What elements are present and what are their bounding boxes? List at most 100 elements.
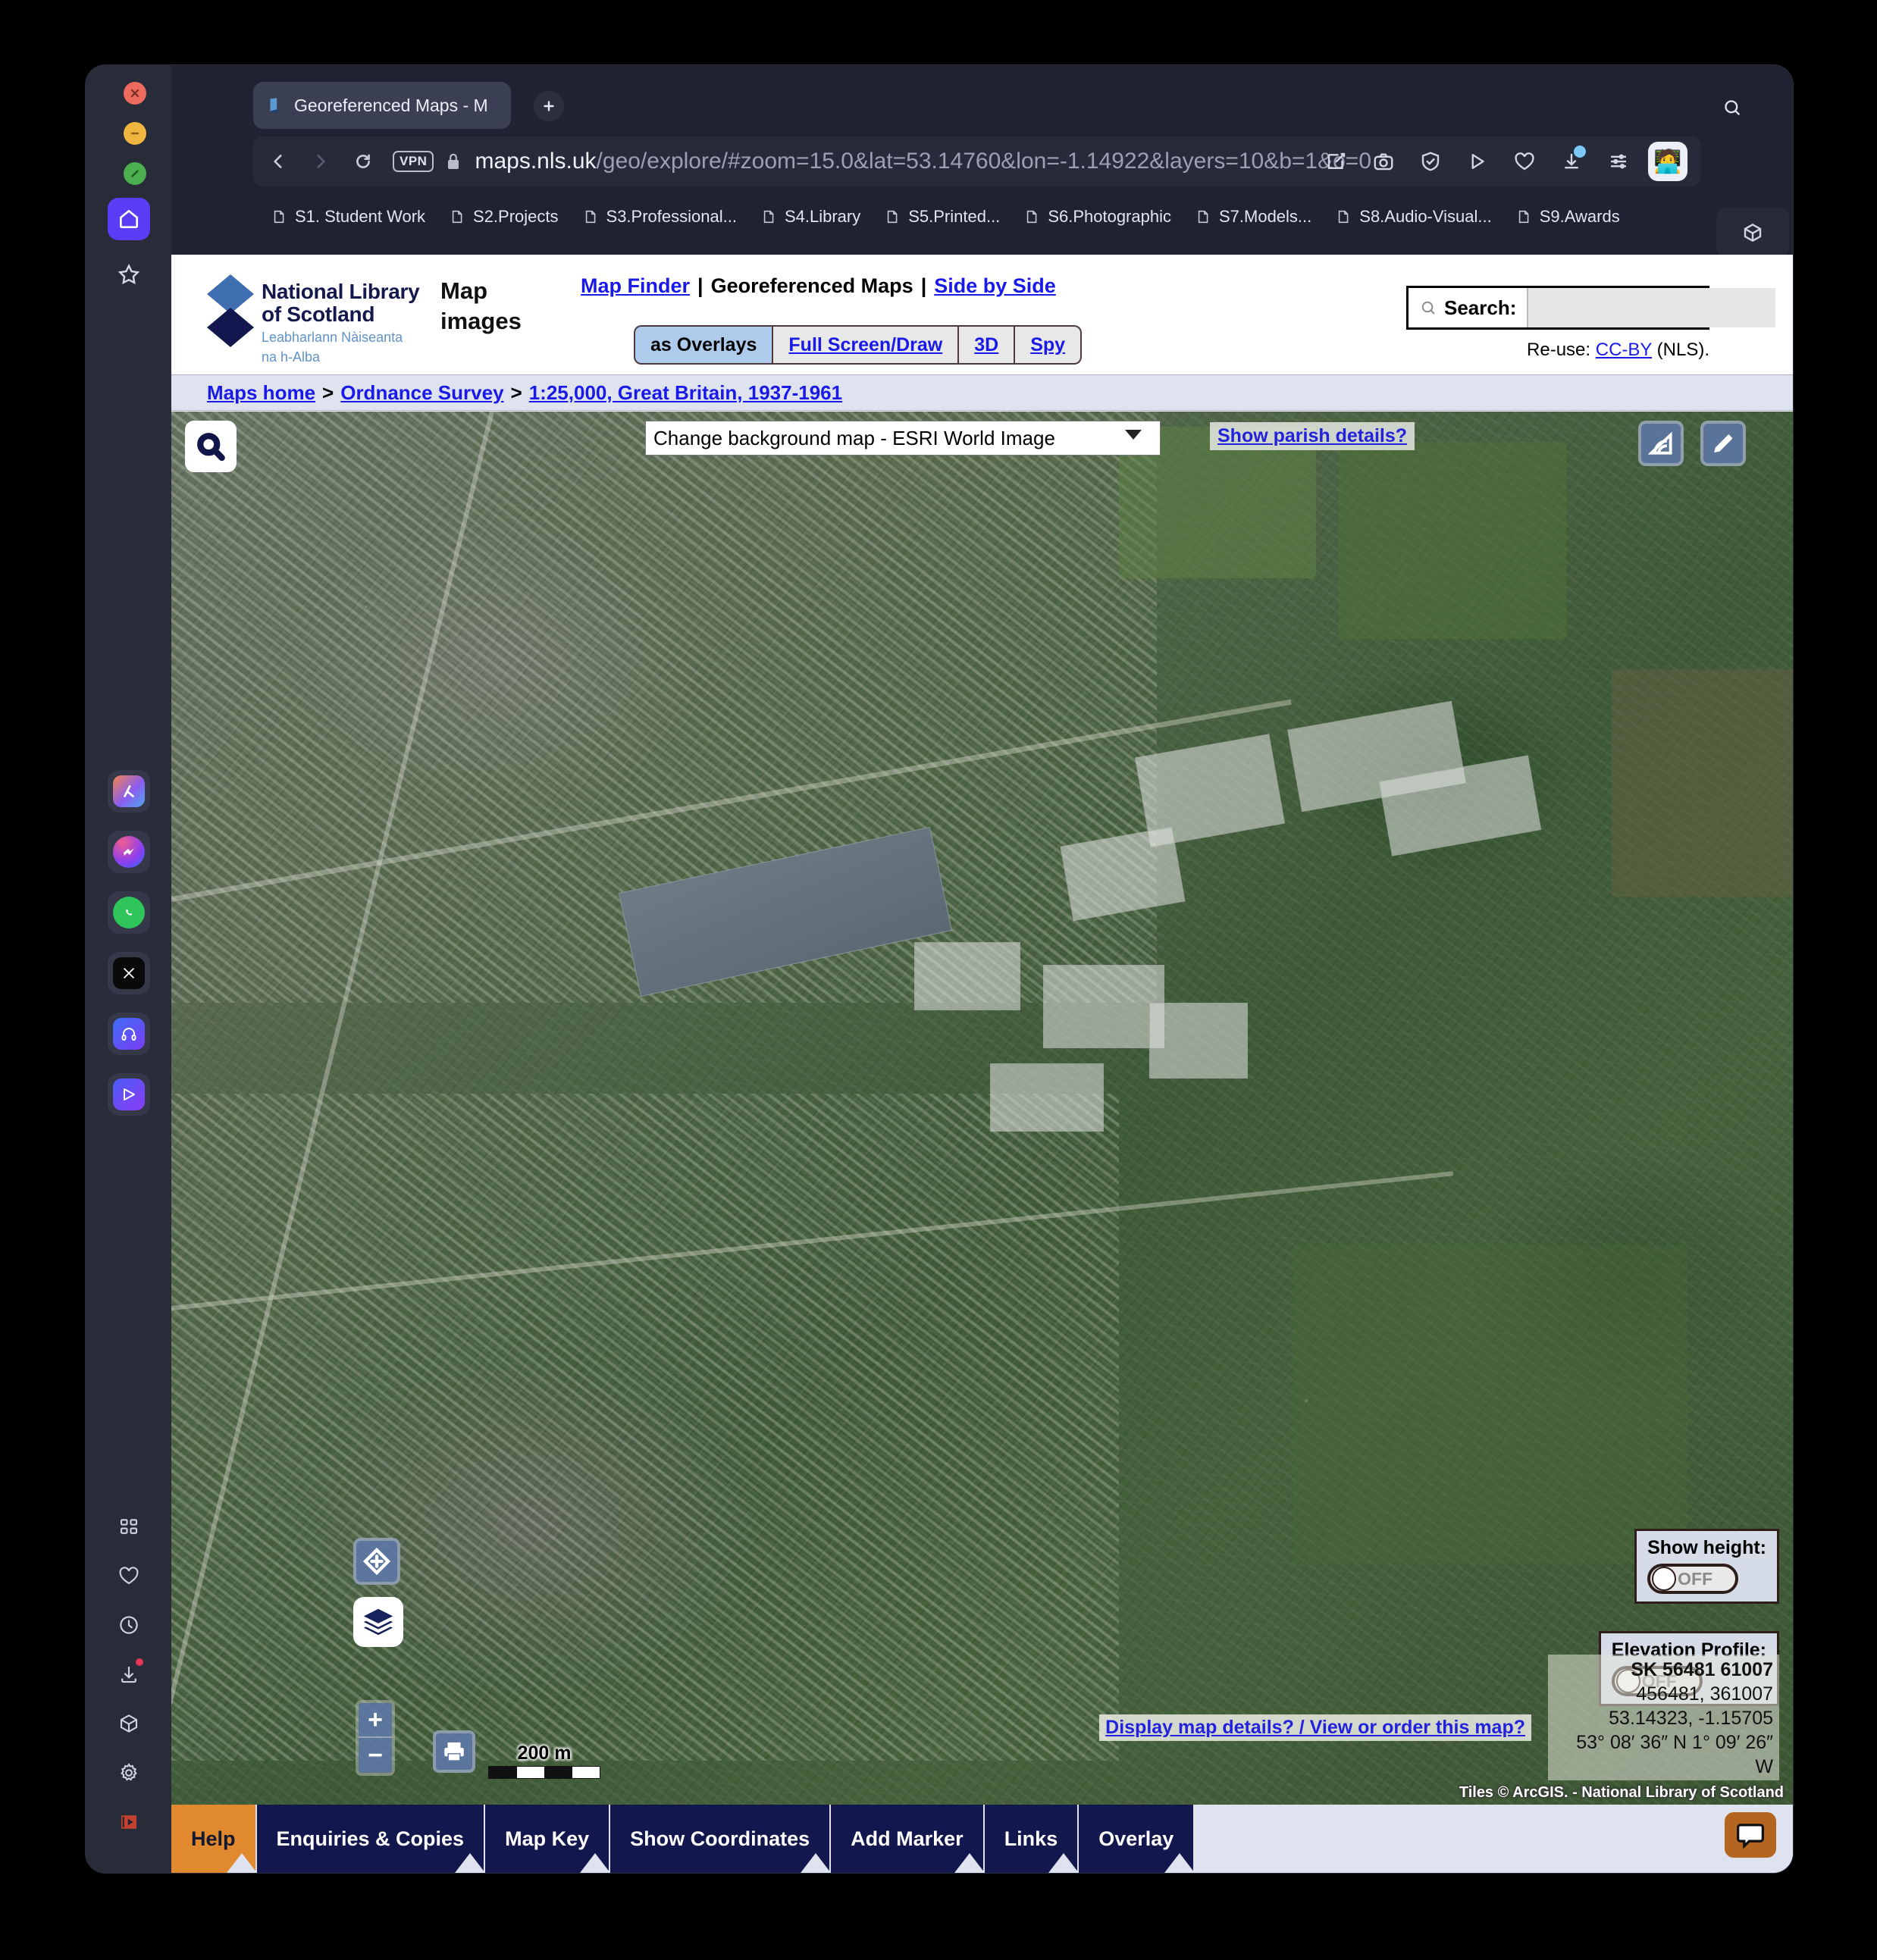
bookmark-item[interactable]: S5.Printed... [885, 207, 1014, 227]
mode-spy[interactable]: Spy [1014, 325, 1083, 365]
send-icon[interactable] [1460, 144, 1495, 179]
arc-icon[interactable] [108, 770, 150, 812]
background-map-select[interactable]: Change background map - ESRI World Image [645, 421, 1161, 456]
bookmark-item[interactable]: S8.Audio-Visual... [1336, 207, 1505, 227]
bookmark-item[interactable]: S2.Projects [450, 207, 572, 227]
nav-side-by-side[interactable]: Side by Side [934, 274, 1056, 297]
window-close-button[interactable] [124, 82, 146, 105]
bookmarks-bar: S1. Student Work S2.Projects S3.Professi… [171, 196, 1793, 238]
show-height-panel: Show height: OFF [1634, 1529, 1779, 1604]
back-button[interactable] [261, 144, 296, 179]
bookmark-item[interactable]: S9.Awards [1516, 207, 1634, 227]
tab-help[interactable]: Help [171, 1805, 257, 1873]
zoom-in-button[interactable]: + [359, 1703, 392, 1738]
mode-3d[interactable]: 3D [958, 325, 1015, 365]
browser-tab[interactable]: Georeferenced Maps - M [253, 82, 511, 129]
star-icon[interactable] [108, 253, 150, 296]
zoom-out-button[interactable]: − [359, 1738, 392, 1773]
bookmark-item[interactable]: S1. Student Work [271, 207, 439, 227]
avatar[interactable]: 🧑‍💻 [1648, 142, 1687, 181]
chat-bubble-icon[interactable] [1725, 1812, 1776, 1858]
elevation-profile-toggle[interactable]: OFF [1611, 1666, 1703, 1696]
scale-label: 200 m [517, 1742, 572, 1764]
downloads-icon[interactable] [1554, 144, 1589, 179]
more-icon[interactable] [108, 1858, 150, 1873]
print-icon[interactable] [433, 1730, 475, 1773]
mode-as-overlays[interactable]: as Overlays [634, 325, 773, 365]
layers-icon[interactable] [353, 1597, 403, 1647]
bookmark-item[interactable]: S7.Models... [1195, 207, 1325, 227]
heart-icon[interactable] [108, 1555, 150, 1597]
messenger-icon[interactable] [108, 831, 150, 873]
window-minimize-button[interactable] [124, 122, 146, 145]
map-building [1378, 755, 1542, 856]
display-map-details-link[interactable]: Display map details? / View or order thi… [1105, 1717, 1525, 1738]
tab-enquiries-copies[interactable]: Enquiries & Copies [256, 1805, 485, 1873]
show-parish-details-link[interactable]: Show parish details? [1217, 425, 1407, 446]
video-icon[interactable] [108, 1801, 150, 1843]
tab-map-key[interactable]: Map Key [485, 1805, 611, 1873]
coordinate-readout: SK 56481 61007 456481, 361007 53.14323, … [1548, 1655, 1779, 1780]
shield-icon[interactable] [1413, 144, 1448, 179]
cc-by-link[interactable]: CC-BY [1596, 340, 1652, 360]
breadcrumb-ordnance-survey[interactable]: Ordnance Survey [340, 381, 503, 405]
map-field [1119, 427, 1316, 578]
bookmark-item[interactable]: S6.Photographic [1024, 207, 1185, 227]
forward-button[interactable] [303, 144, 338, 179]
tab-overlay[interactable]: Overlay [1079, 1805, 1195, 1873]
bookmark-item[interactable]: S4.Library [761, 207, 874, 227]
chevron-down-icon [1125, 430, 1142, 440]
send-icon[interactable] [108, 1073, 150, 1116]
logo-gaelic-1: Leabharlann Nàiseanta [262, 330, 403, 346]
geolocate-icon[interactable] [353, 1538, 400, 1585]
url-bar[interactable]: VPN maps.nls.uk/geo/explore/#zoom=15.0&l… [253, 136, 1701, 186]
measure-icon[interactable] [1638, 421, 1684, 466]
downloads-indicator [1574, 146, 1586, 158]
camera-icon[interactable] [1366, 144, 1401, 179]
vpn-badge[interactable]: VPN [393, 151, 434, 172]
show-height-toggle[interactable]: OFF [1647, 1564, 1739, 1594]
tab-add-marker[interactable]: Add Marker [831, 1805, 985, 1873]
toolbar-icons: 🧑‍💻 [1319, 142, 1687, 181]
search-input[interactable] [1527, 288, 1776, 327]
folder-icon [1198, 210, 1208, 224]
window-maximize-button[interactable] [124, 162, 146, 185]
x-icon[interactable] [108, 952, 150, 994]
page-content: National Library of Scotland Leabharlann… [171, 255, 1793, 1873]
cube-icon[interactable] [108, 1702, 150, 1745]
headphones-icon[interactable] [108, 1013, 150, 1055]
bookmark-label: S2.Projects [473, 207, 559, 226]
heart-icon[interactable] [1507, 144, 1542, 179]
search-label-group: Search: [1409, 296, 1527, 320]
nls-logo-mark [207, 274, 254, 347]
breadcrumb-maps-home[interactable]: Maps home [207, 381, 315, 405]
history-icon[interactable] [108, 1604, 150, 1646]
settings-sliders-icon[interactable] [1601, 144, 1636, 179]
edit-note-icon[interactable] [1319, 144, 1354, 179]
folder-icon [274, 210, 284, 224]
map-search-button[interactable] [185, 421, 237, 472]
bookmark-item[interactable]: S3.Professional... [583, 207, 750, 227]
reload-button[interactable] [346, 144, 381, 179]
browser-chrome: Georeferenced Maps - M VPN maps.nls.uk/g… [171, 65, 1793, 258]
tab-show-coordinates[interactable]: Show Coordinates [610, 1805, 832, 1873]
pencil-icon[interactable] [1700, 421, 1746, 466]
desktop-root: Georeferenced Maps - M VPN maps.nls.uk/g… [0, 0, 1877, 1960]
gear-icon[interactable] [108, 1752, 150, 1794]
os-dock [86, 65, 171, 1873]
map-urban-area [171, 412, 1157, 1003]
home-icon[interactable] [108, 198, 150, 240]
browser-search-button[interactable] [1717, 92, 1747, 123]
mode-full-screen-draw[interactable]: Full Screen/Draw [772, 325, 959, 365]
new-tab-button[interactable] [534, 91, 564, 121]
url-text[interactable]: maps.nls.uk/geo/explore/#zoom=15.0&lat=5… [475, 149, 1371, 174]
breadcrumb-separator: > [510, 380, 522, 404]
whatsapp-icon[interactable] [108, 891, 150, 934]
breadcrumb-map-series[interactable]: 1:25,000, Great Britain, 1937-1961 [529, 381, 842, 405]
grid-icon[interactable] [108, 1505, 150, 1548]
map-canvas[interactable]: Change background map - ESRI World Image… [171, 412, 1793, 1805]
nls-logo[interactable]: National Library of Scotland Leabharlann… [207, 270, 420, 365]
tab-links[interactable]: Links [984, 1805, 1079, 1873]
nav-map-finder[interactable]: Map Finder [581, 274, 690, 297]
map-building [1043, 965, 1164, 1048]
